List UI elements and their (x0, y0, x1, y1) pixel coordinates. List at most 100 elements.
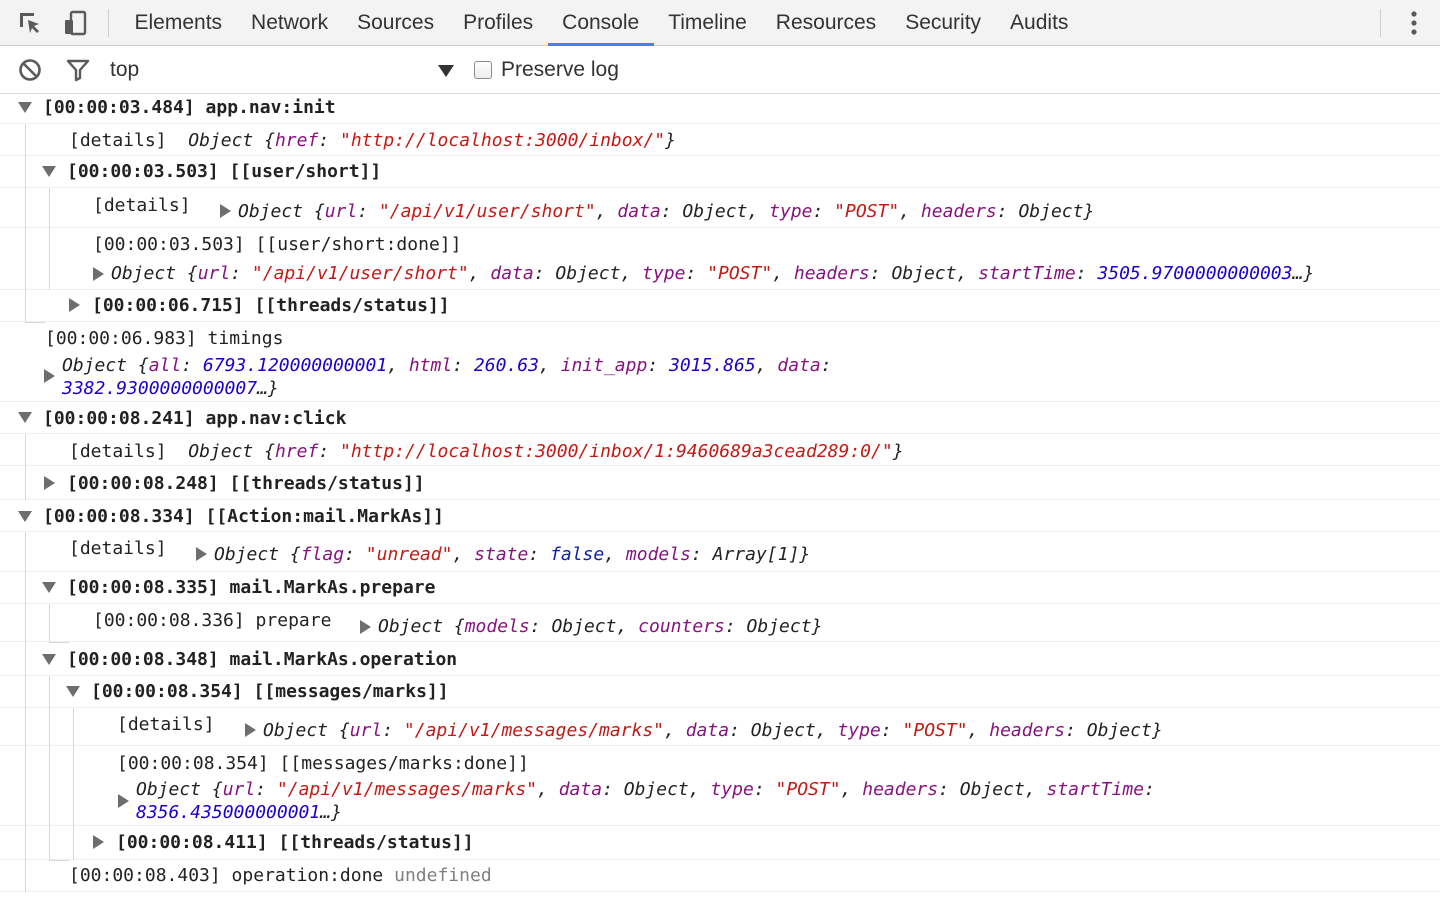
filter-icon[interactable] (65, 57, 91, 83)
tab-elements[interactable]: Elements (120, 0, 237, 46)
log-group-header[interactable]: [00:00:08.334] [[Action:mail.MarkAs]] (43, 506, 444, 528)
prop-value: "/api/v1/user/short" (378, 201, 596, 222)
tab-security[interactable]: Security (891, 0, 996, 46)
object-preview[interactable]: Object {flag: "unread", state: false, mo… (214, 544, 810, 566)
prop-value: "POST" (707, 263, 773, 284)
expand-arrow-icon[interactable] (93, 267, 104, 281)
execution-context-value: top (110, 58, 140, 81)
object-preview[interactable]: Object {url: "/api/v1/messages/marks", d… (263, 720, 1163, 742)
execution-context-select[interactable]: top (110, 56, 460, 84)
log-prefix: [00:00:08.403] operation:done (69, 865, 384, 886)
tab-audits[interactable]: Audits (996, 0, 1083, 46)
object-preview[interactable]: Object {models: Object, counters: Object… (378, 616, 822, 638)
tab-console[interactable]: Console (547, 0, 654, 46)
log-group-header[interactable]: [00:00:08.354] [[messages/marks]] (91, 681, 449, 703)
expand-arrow-icon[interactable] (18, 102, 32, 113)
expand-arrow-icon[interactable] (44, 476, 55, 490)
tab-resources[interactable]: Resources (761, 0, 890, 46)
expand-arrow-icon[interactable] (42, 654, 56, 665)
prop-value: 3015.865 (669, 355, 756, 376)
object-label: Object (378, 616, 444, 637)
expand-arrow-icon[interactable] (245, 723, 256, 737)
object-label: Object (238, 201, 304, 222)
group-indent-guide (73, 708, 74, 860)
log-group-header[interactable]: [00:00:08.241] app.nav:click (43, 408, 346, 430)
expand-arrow-icon[interactable] (69, 298, 80, 312)
prop-key: href (274, 441, 319, 462)
expand-arrow-icon[interactable] (42, 166, 56, 177)
preserve-log-label: Preserve log (501, 58, 619, 81)
log-group-header[interactable]: [00:00:08.411] [[threads/status]] (116, 832, 474, 854)
object-preview[interactable]: Object {href: "http://localhost:3000/inb… (188, 130, 676, 151)
ellipsis: … (320, 802, 332, 823)
log-group-header[interactable]: [00:00:03.503] [[user/short]] (67, 161, 381, 183)
log-group-header[interactable]: [00:00:08.335] mail.MarkAs.prepare (67, 577, 435, 599)
expand-arrow-icon[interactable] (118, 794, 129, 808)
prop-key: data (777, 355, 821, 376)
prop-value: "/api/v1/messages/marks" (403, 720, 665, 741)
prop-key: headers (793, 263, 870, 284)
object-preview[interactable]: Object {href: "http://localhost:3000/inb… (188, 441, 903, 462)
log-group-header[interactable]: [00:00:08.348] mail.MarkAs.operation (67, 649, 457, 671)
log-group-header[interactable]: [00:00:03.484] app.nav:init (43, 97, 336, 119)
toolbar-divider (1380, 9, 1381, 37)
prop-key: url (197, 263, 231, 284)
prop-value: Object (750, 720, 816, 741)
log-group-header[interactable]: [00:00:06.715] [[threads/status]] (92, 295, 450, 317)
clear-console-icon[interactable] (17, 57, 43, 83)
prop-key: data (685, 720, 730, 741)
tab-profiles[interactable]: Profiles (449, 0, 548, 46)
log-prefix: [00:00:08.336] prepare (93, 610, 332, 631)
object-preview[interactable]: Object {url: "/api/v1/messages/marks", d… (136, 779, 1155, 801)
object-label: Object (263, 720, 329, 741)
prop-value: Object (555, 263, 621, 284)
log-group-header[interactable]: [00:00:08.248] [[threads/status]] (67, 473, 425, 495)
object-preview-continued[interactable]: 3382.9300000000007…} (62, 378, 279, 400)
tab-network[interactable]: Network (237, 0, 343, 46)
preserve-log-checkbox[interactable] (474, 61, 492, 79)
expand-arrow-icon[interactable] (44, 369, 55, 383)
expand-arrow-icon[interactable] (93, 835, 104, 849)
expand-arrow-icon[interactable] (42, 582, 56, 593)
expand-arrow-icon[interactable] (220, 204, 231, 218)
prop-key: headers (989, 720, 1066, 741)
prop-value: "unread" (365, 544, 453, 565)
device-mode-icon[interactable] (62, 9, 90, 37)
more-options-icon[interactable] (1400, 9, 1428, 37)
prop-value: 3505.9700000000003 (1097, 263, 1293, 284)
prop-key: counters (638, 616, 725, 637)
expand-arrow-icon[interactable] (196, 547, 207, 561)
expand-arrow-icon[interactable] (360, 620, 371, 634)
prop-key: headers (920, 201, 997, 222)
object-label: Object (188, 130, 254, 151)
expand-arrow-icon[interactable] (18, 412, 32, 423)
prop-value: Object (746, 616, 812, 637)
inspect-element-icon[interactable] (16, 9, 44, 37)
object-preview[interactable]: Object {url: "/api/v1/user/short", data:… (111, 263, 1314, 285)
object-preview-continued[interactable]: 8356.435000000001…} (136, 802, 342, 824)
object-preview[interactable]: Object {all: 6793.120000000001, html: 26… (62, 355, 832, 377)
preserve-log-option[interactable]: Preserve log (474, 56, 619, 84)
expand-arrow-icon[interactable] (18, 511, 32, 522)
group-indent-guide (25, 434, 26, 500)
prop-value: Object (891, 263, 957, 284)
tab-sources[interactable]: Sources (343, 0, 449, 46)
prop-key: headers (862, 779, 939, 800)
prop-value: "http://localhost:3000/inbox/1:9460689a3… (340, 441, 893, 462)
prop-value: Object (682, 201, 748, 222)
prop-key: type (710, 779, 754, 800)
group-indent-guide (49, 188, 50, 290)
object-preview[interactable]: Object {url: "/api/v1/user/short", data:… (238, 201, 1094, 223)
prop-value: false (550, 544, 605, 565)
console-toolbar: top Preserve log (0, 46, 1440, 94)
prop-value: Object (1086, 720, 1152, 741)
log-prefix: [00:00:03.503] [[user/short:done]] (93, 234, 462, 255)
object-label: Object (111, 263, 177, 284)
tab-timeline[interactable]: Timeline (654, 0, 762, 46)
expand-arrow-icon[interactable] (66, 686, 80, 697)
prop-key: type (769, 201, 813, 222)
log-message: [details] Object {href: "http://localhos… (69, 441, 904, 463)
prop-key: state (474, 544, 529, 565)
prop-value: "/api/v1/user/short" (251, 263, 469, 284)
prop-value: Object (551, 616, 617, 637)
